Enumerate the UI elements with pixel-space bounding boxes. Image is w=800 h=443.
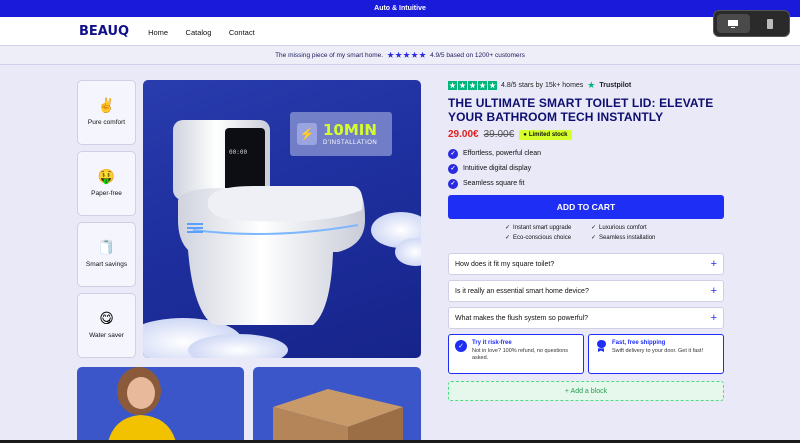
feature-card-water-saver: 😋 Water saver — [77, 293, 136, 358]
badge-big-text: 10MIN — [323, 120, 377, 139]
toilet-roll-icon: 🧻 — [97, 240, 116, 256]
mobile-view-icon[interactable] — [754, 14, 787, 33]
check-badge-icon: ✓ — [448, 178, 458, 189]
perk-text: Seamless installation — [599, 234, 656, 241]
announcement-text: Auto & Intuitive — [374, 5, 426, 12]
perk-text: Eco-conscious choice — [513, 234, 572, 241]
check-icon: ✓ — [505, 225, 511, 231]
nav-contact[interactable]: Contact — [229, 28, 255, 37]
feature-label: Water saver — [89, 332, 124, 339]
toilet-display: 00:00 — [229, 149, 247, 156]
trustpilot-label: Trustpilot — [599, 82, 632, 89]
desktop-view-icon[interactable] — [717, 14, 750, 33]
woman-photo — [108, 367, 176, 440]
plus-icon: + — [710, 311, 717, 324]
feature-card-smart-savings: 🧻 Smart savings — [77, 222, 136, 287]
brand-logo[interactable]: BEAUQ — [79, 24, 129, 39]
check-badge-icon: ✓ — [448, 148, 458, 159]
plus-icon: + — [710, 257, 717, 270]
benefit-text: Intuitive digital display — [463, 165, 532, 172]
info-card-shipping: Fast, free shipping Swift delivery to yo… — [588, 334, 724, 374]
benefit-text: Effortless, powerful clean — [463, 150, 542, 157]
price-row: 29.00€ 39.00€ ● Limited stock — [448, 129, 724, 140]
benefit-list: ✓ Effortless, powerful clean ✓ Intuitive… — [448, 146, 724, 191]
info-desc: Swift delivery to your door. Get it fast… — [612, 348, 704, 354]
perks-grid: ✓ Instant smart upgrade ✓ Luxurious comfor… — [505, 224, 705, 242]
perk-item: ✓ Seamless installation — [591, 234, 701, 242]
benefit-item: ✓ Seamless square fit — [448, 176, 724, 191]
feature-label: Smart savings — [85, 261, 128, 268]
perk-item: ✓ Luxurious comfort — [591, 224, 701, 232]
site-header: BEAUQ Home Catalog Contact — [0, 17, 800, 46]
page-frame: Auto & Intuitive BEAUQ Home Catalog Cont… — [0, 0, 800, 440]
feature-label: Paper-free — [91, 190, 122, 197]
device-toggle — [713, 10, 790, 37]
faq-item[interactable]: Is it really an essential smart home dev… — [448, 280, 724, 302]
faq-question: Is it really an essential smart home dev… — [455, 287, 589, 295]
check-icon: ✓ — [591, 225, 597, 231]
money-face-icon: 🤑 — [97, 169, 116, 185]
faq-question: How does it fit my square toilet? — [455, 260, 555, 268]
rating-row: 4.8/5 stars by 15k+ homes ★ Trustpilot — [448, 80, 724, 91]
lifestyle-image[interactable] — [77, 367, 244, 440]
compare-price: 39.00€ — [483, 129, 515, 140]
product-title: THE ULTIMATE SMART TOILET LID: ELEVATE Y… — [448, 96, 714, 124]
check-icon: ✓ — [591, 235, 597, 241]
trustpilot-star-icon: ★ — [587, 80, 596, 90]
nav-home[interactable]: Home — [148, 28, 168, 37]
info-title: Fast, free shipping — [612, 340, 666, 346]
info-desc: Not in love? 100% refund, no questions a… — [472, 348, 569, 361]
faq-item[interactable]: How does it fit my square toilet? + — [448, 253, 724, 275]
hero-product-image[interactable]: 00:00 ⚡ 10MIN D'INSTALLATION — [143, 80, 421, 358]
package-image[interactable] — [253, 367, 421, 440]
add-to-cart-button[interactable]: ADD TO CART — [448, 195, 724, 219]
feature-card-pure-comfort: ✌️ Pure comfort — [77, 80, 136, 145]
trust-bar: The missing piece of my smart home. 4.9/… — [0, 46, 800, 65]
check-badge-icon: ✓ — [448, 163, 458, 174]
trustbar-rating: 4.9/5 based on 1200+ customers — [430, 51, 525, 59]
cardboard-box-photo — [273, 389, 403, 440]
check-icon: ✓ — [505, 235, 511, 241]
nav-catalog[interactable]: Catalog — [186, 28, 212, 37]
lightning-icon: ⚡ — [297, 123, 317, 145]
rating-stars-icon — [387, 51, 426, 59]
stock-badge: ● Limited stock — [519, 129, 572, 140]
main-nav: Home Catalog Contact — [148, 22, 268, 40]
product-info: 4.8/5 stars by 15k+ homes ★ Trustpilot T… — [448, 80, 724, 191]
award-ribbon-icon — [595, 340, 607, 352]
feature-label: Pure comfort — [87, 119, 126, 126]
victory-hand-icon: ✌️ — [97, 98, 116, 114]
perk-item: ✓ Eco-conscious choice — [505, 234, 587, 242]
announcement-bar: Auto & Intuitive — [0, 0, 800, 17]
perk-item: ✓ Instant smart upgrade — [505, 224, 587, 232]
fire-icon: ● — [523, 131, 527, 138]
faq-item[interactable]: What makes the flush system so powerful?… — [448, 307, 724, 329]
perk-text: Instant smart upgrade — [513, 224, 572, 231]
sale-price: 29.00€ — [448, 129, 479, 140]
benefit-item: ✓ Effortless, powerful clean — [448, 146, 724, 161]
benefit-item: ✓ Intuitive digital display — [448, 161, 724, 176]
info-card-risk-free: ✓ Try it risk-free Not in love? 100% ref… — [448, 334, 584, 374]
faq-question: What makes the flush system so powerful? — [455, 314, 589, 322]
add-block-button[interactable]: + Add a block — [448, 381, 724, 401]
shield-check-icon: ✓ — [455, 340, 467, 352]
yum-face-icon: 😋 — [99, 311, 114, 327]
perk-text: Luxurious comfort — [599, 224, 647, 231]
stock-label: Limited stock — [528, 131, 568, 138]
installation-badge: ⚡ 10MIN D'INSTALLATION — [290, 112, 392, 156]
trustbar-text: The missing piece of my smart home. — [275, 51, 384, 59]
feature-card-paper-free: 🤑 Paper-free — [77, 151, 136, 216]
plus-icon: + — [710, 284, 717, 297]
badge-small-text: D'INSTALLATION — [323, 139, 378, 146]
trustpilot-stars-icon — [448, 81, 497, 90]
benefit-text: Seamless square fit — [463, 180, 525, 187]
info-title: Try it risk-free — [472, 340, 512, 346]
rating-text: 4.8/5 stars by 15k+ homes — [501, 82, 584, 89]
